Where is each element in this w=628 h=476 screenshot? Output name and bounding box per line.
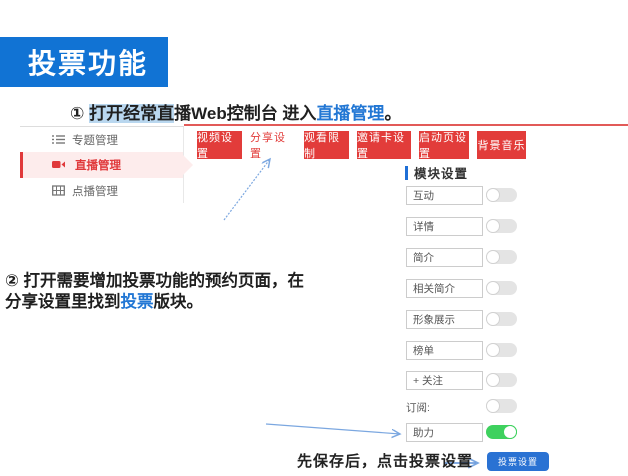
module-row-details: 详情	[406, 217, 518, 236]
toggle-knob	[503, 425, 517, 439]
module-row-ranking: 榜单	[406, 341, 518, 360]
tab-label: 观看限制	[304, 129, 349, 161]
tab-video-settings[interactable]: 视频设置	[197, 131, 242, 159]
toggle-switch-off[interactable]	[486, 219, 517, 233]
module-name-box: 相关简介	[406, 279, 483, 298]
step1-highlighted-text: 打开经常直	[89, 104, 174, 123]
toggle-knob	[486, 399, 500, 413]
video-camera-icon	[52, 158, 65, 171]
toggle-switch-off[interactable]	[486, 281, 517, 295]
step2-text: ② 打开需要增加投票功能的预约页面，在分享设置里找到投票版块。	[5, 271, 313, 313]
module-name-box: 形象展示	[406, 310, 483, 329]
step1-suffix: 。	[384, 104, 401, 123]
header-accent-bar	[405, 166, 408, 180]
sidebar-item-label: 专题管理	[72, 132, 118, 148]
footer-instruction-text: 先保存后，点击投票设置	[297, 450, 473, 471]
tab-watch-limit[interactable]: 观看限制	[304, 131, 349, 159]
tab-label: 背景音乐	[478, 137, 526, 153]
module-label: 形象展示	[413, 312, 455, 327]
module-name-box: 互动	[406, 186, 483, 205]
tab-invite-card-settings[interactable]: 邀请卡设置	[357, 131, 411, 159]
sidebar-item-label: 点播管理	[72, 183, 118, 199]
module-name-box: 榜单	[406, 341, 483, 360]
module-name-box: 详情	[406, 217, 483, 236]
arrow-to-share-tab	[224, 159, 270, 220]
toggle-knob	[486, 250, 500, 264]
tab-label: 视频设置	[197, 129, 242, 161]
sidebar-item-topic-manage[interactable]: 专题管理	[20, 127, 183, 152]
toggle-switch-off[interactable]	[486, 250, 517, 264]
toggle-switch-off[interactable]	[486, 399, 517, 413]
step2-suffix: 版块。	[154, 293, 204, 311]
vote-settings-button[interactable]: 投票设置	[487, 452, 549, 471]
toggle-switch-off[interactable]	[486, 188, 517, 202]
toggle-knob	[486, 281, 500, 295]
step1-middle-text: 播Web控制台 进入	[174, 104, 316, 123]
toggle-switch-on[interactable]	[486, 425, 517, 439]
toggle-knob	[486, 188, 500, 202]
module-row-related-intro: 相关简介	[406, 279, 518, 298]
list-icon	[52, 133, 65, 146]
toggle-switch-off[interactable]	[486, 343, 517, 357]
sidebar-item-vod-manage[interactable]: 点播管理	[20, 178, 183, 203]
module-row-intro: 简介	[406, 248, 518, 267]
sidebar-item-label: 直播管理	[75, 157, 121, 173]
toggle-switch-off[interactable]	[486, 373, 517, 387]
module-label: 互动	[413, 188, 434, 203]
toggle-knob	[486, 312, 500, 326]
step1-text: ① 打开经常直播Web控制台 进入直播管理。	[70, 99, 401, 124]
module-label: 订阅:	[406, 400, 430, 415]
module-label: 详情	[413, 219, 434, 234]
module-row-subscribe: 订阅:	[406, 397, 518, 416]
tab-label: 启动页设置	[419, 129, 469, 161]
module-row-image-display: 形象展示	[406, 310, 518, 329]
module-name-box: + 关注	[406, 371, 483, 390]
module-label: 相关简介	[413, 281, 455, 296]
settings-tab-bar: 视频设置 分享设置 观看限制 邀请卡设置 启动页设置 背景音乐	[197, 131, 526, 159]
page-title-text: 投票功能	[28, 42, 148, 82]
module-settings-header: 模块设置	[405, 163, 468, 182]
step2-link-text: 投票	[121, 293, 154, 311]
toggle-knob	[486, 343, 500, 357]
console-sidebar: 专题管理 直播管理 点播管理	[20, 127, 184, 203]
module-label: 助力	[413, 425, 434, 440]
module-row-follow: + 关注	[406, 371, 518, 390]
arrow-to-boost-row	[266, 424, 400, 434]
toggle-knob	[486, 219, 500, 233]
module-row-boost: 助力	[406, 423, 518, 442]
toggle-switch-off[interactable]	[486, 312, 517, 326]
tab-background-music[interactable]: 背景音乐	[477, 131, 526, 159]
tabbar-top-border	[184, 124, 628, 126]
tab-launch-page-settings[interactable]: 启动页设置	[419, 131, 469, 159]
module-label: + 关注	[413, 373, 443, 388]
module-settings-title: 模块设置	[414, 163, 468, 182]
toggle-knob	[486, 373, 500, 387]
page-title: 投票功能	[0, 37, 168, 87]
tab-label: 邀请卡设置	[357, 129, 411, 161]
module-label: 榜单	[413, 343, 434, 358]
tab-label: 分享设置	[250, 129, 296, 161]
vote-settings-button-label: 投票设置	[498, 455, 538, 468]
tab-share-settings[interactable]: 分享设置	[250, 131, 296, 159]
step1-link-text: 直播管理	[316, 104, 384, 123]
film-icon	[52, 184, 65, 197]
sidebar-item-live-manage[interactable]: 直播管理	[20, 152, 183, 178]
step1-number: ①	[70, 104, 89, 123]
module-name-box: 助力	[406, 423, 483, 442]
module-name-box: 简介	[406, 248, 483, 267]
module-row-interaction: 互动	[406, 186, 518, 205]
slide-canvas: 投票功能 ① 打开经常直播Web控制台 进入直播管理。 ② 打开需要增加投票功能…	[0, 0, 628, 476]
module-label: 简介	[413, 250, 434, 265]
